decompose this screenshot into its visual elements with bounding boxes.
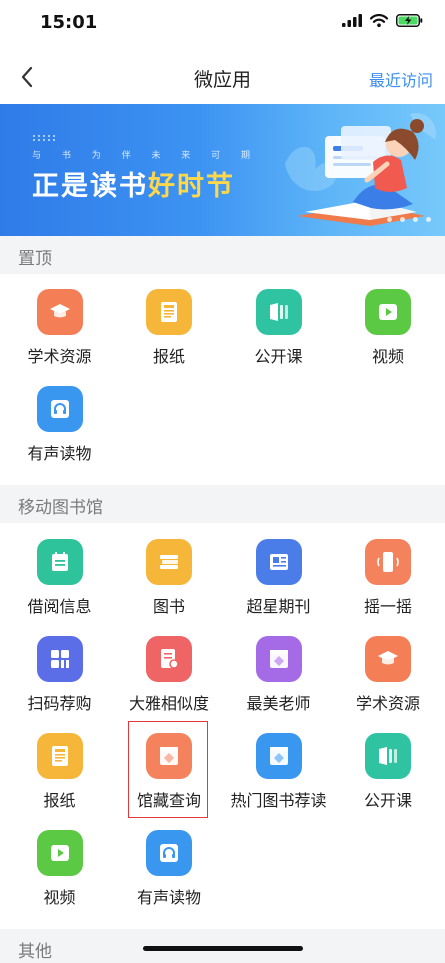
banner-title-highlight: 好时节 (148, 171, 235, 202)
app-tile-label: 学术资源 (27, 347, 92, 366)
app-tile-label: 大雅相似度 (128, 694, 209, 713)
nav-bar: 微应用 最近访问 (0, 52, 445, 104)
app-tile-label: 视频 (371, 347, 404, 366)
app-tile[interactable]: 有声读物 (4, 373, 115, 470)
banner-dot[interactable] (387, 217, 392, 222)
diamond-window-icon (255, 733, 302, 779)
newspaper-icon (36, 733, 83, 779)
section-title-library: 移动图书馆 (18, 498, 103, 518)
app-tile-label: 最美老师 (246, 694, 311, 713)
open-book-icon (365, 733, 411, 779)
app-tile-label: 超星期刊 (246, 597, 311, 616)
play-icon (365, 289, 411, 335)
app-tile[interactable]: 摇一摇 (333, 526, 444, 623)
calendar-icon (36, 539, 83, 585)
headphones-icon (36, 386, 83, 432)
open-book-icon (255, 289, 302, 335)
document-search-icon (146, 636, 192, 682)
app-tile-label: 图书 (152, 597, 185, 616)
app-tile[interactable]: 热门图书荐读 (223, 720, 334, 817)
app-tile[interactable]: 报纸 (114, 276, 225, 373)
app-tile-label: 摇一摇 (363, 597, 412, 616)
selection-highlight (128, 721, 208, 818)
app-tile-label: 视频 (43, 888, 76, 907)
books-stack-icon (146, 539, 192, 585)
app-tile-label: 借阅信息 (27, 597, 92, 616)
app-tile[interactable]: 公开课 (333, 720, 444, 817)
section-header-library: 移动图书馆 (0, 485, 445, 523)
mortarboard-icon (365, 636, 411, 682)
app-tile-label: 学术资源 (355, 694, 420, 713)
section-header-pinned: 置顶 (0, 236, 445, 274)
app-tile[interactable]: 最美老师 (223, 623, 334, 720)
newspaper-icon (146, 289, 192, 335)
banner-title-plain: 正是读书 (32, 171, 148, 202)
banner-title: 正是读书好时节 (32, 164, 235, 203)
banner-dots-decoration (33, 135, 55, 141)
app-tile[interactable]: 公开课 (223, 276, 334, 373)
app-tile-label: 公开课 (363, 791, 412, 810)
battery-charging-icon (396, 14, 423, 27)
status-bar: 15:01 (0, 0, 445, 50)
play-icon (36, 830, 83, 876)
magazine-icon (255, 539, 302, 585)
app-tile-label: 报纸 (43, 791, 76, 810)
app-tile[interactable]: 报纸 (4, 720, 115, 817)
app-tile[interactable]: 有声读物 (114, 817, 225, 914)
app-tile-label: 报纸 (152, 347, 185, 366)
status-icons (342, 14, 423, 27)
home-indicator (143, 946, 303, 951)
phone-shake-icon (365, 539, 411, 585)
banner-subtitle: 与 书 为 伴 未 来 可 期 (32, 151, 260, 161)
app-tile-label: 扫码荐购 (27, 694, 92, 713)
mortarboard-icon (36, 289, 83, 335)
signal-icon (342, 14, 362, 27)
app-tile-label: 有声读物 (136, 888, 201, 907)
app-tile[interactable]: 学术资源 (333, 623, 444, 720)
wifi-icon (370, 14, 388, 27)
app-tile[interactable]: 大雅相似度 (114, 623, 225, 720)
banner-dot[interactable] (413, 217, 418, 222)
status-time: 15:01 (40, 12, 98, 33)
app-tile[interactable]: 视频 (4, 817, 115, 914)
app-tile[interactable]: 学术资源 (4, 276, 115, 373)
recent-visits-link[interactable]: 最近访问 (369, 67, 433, 91)
banner-dot[interactable] (426, 217, 431, 222)
qrcode-icon (36, 636, 83, 682)
section-title-pinned: 置顶 (18, 249, 52, 269)
diamond-window-icon (255, 636, 302, 682)
banner-carousel[interactable]: 与 书 为 伴 未 来 可 期 正是读书好时节 (0, 104, 445, 236)
app-tile[interactable]: 超星期刊 (223, 526, 334, 623)
app-tile[interactable]: 视频 (333, 276, 444, 373)
section-title-other: 其他 (18, 942, 52, 962)
app-tile-label: 热门图书荐读 (230, 791, 327, 810)
headphones-icon (146, 830, 192, 876)
app-tile[interactable]: 借阅信息 (4, 526, 115, 623)
app-tile-label: 公开课 (254, 347, 303, 366)
app-tile[interactable]: 扫码荐购 (4, 623, 115, 720)
banner-dot[interactable] (400, 217, 405, 222)
banner-pagination[interactable] (387, 217, 431, 222)
app-tile-label: 有声读物 (27, 444, 92, 463)
app-tile[interactable]: 图书 (114, 526, 225, 623)
